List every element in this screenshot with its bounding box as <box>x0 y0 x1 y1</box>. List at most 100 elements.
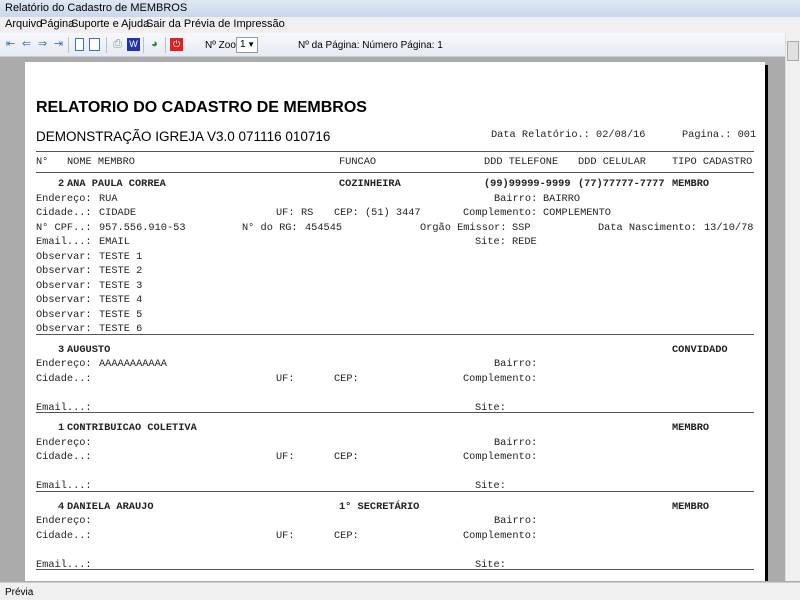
first-page-icon[interactable]: ⇤ <box>4 38 17 51</box>
print-icon[interactable]: ⎙ <box>111 38 124 51</box>
label-cidade: Cidade..: <box>36 207 92 219</box>
value-observar: TESTE 3 <box>99 279 143 292</box>
value-cep: (51) 3447 <box>365 207 421 219</box>
label-bairro: Bairro: <box>494 192 538 205</box>
label-endereco: Endereço: <box>36 192 92 205</box>
label-cpf: N° CPF..: <box>36 221 92 234</box>
member-name: CONTRIBUICAO COLETIVA <box>67 422 197 434</box>
member-tipo: MEMBRO <box>672 178 710 190</box>
value-endereco: AAAAAAAAAAA <box>99 358 167 370</box>
label-email: Email...: <box>36 236 92 248</box>
vertical-scrollbar[interactable] <box>785 33 800 581</box>
window-title: Relatório do Cadastro de MEMBROS <box>0 0 800 17</box>
report-date: Data Relatório.: 02/08/16 <box>491 129 646 141</box>
label-orgao: Orgão Emissor: <box>420 221 507 234</box>
member-tipo: CONVIDADO <box>672 343 728 356</box>
preview-area: RELATORIO DO CADASTRO DE MEMBROS DEMONST… <box>0 58 785 581</box>
column-header: DDD CELULAR <box>578 156 646 168</box>
value-email: EMAIL <box>99 236 130 248</box>
report-title: RELATORIO DO CADASTRO DE MEMBROS <box>36 99 367 116</box>
menu-arquivo[interactable]: Arquivo <box>5 18 42 30</box>
record-number: 2 <box>58 178 65 190</box>
prev-page-icon[interactable]: ⇐ <box>20 38 33 51</box>
value-site: REDE <box>512 236 537 248</box>
label-endereco: Endereço: <box>36 515 92 527</box>
report-page: RELATORIO DO CADASTRO DE MEMBROS DEMONST… <box>25 62 765 581</box>
member-funcao: 1° SECRETÁRIO <box>339 500 420 513</box>
menu-suporte[interactable]: Suporte e Ajuda <box>71 18 149 30</box>
member-name: DANIELA ARAUJO <box>67 500 154 513</box>
scroll-thumb[interactable] <box>787 41 799 61</box>
label-observar: Observar: <box>36 308 92 321</box>
label-bairro: Bairro: <box>494 436 538 449</box>
value-cpf: 957.556.910-53 <box>99 221 186 234</box>
last-page-icon[interactable]: ⇥ <box>52 38 65 51</box>
next-page-icon[interactable]: ⇒ <box>36 38 49 51</box>
column-header: FUNCAO <box>339 156 377 168</box>
value-nascimento: 13/10/78 <box>704 221 754 234</box>
label-cep: CEP: <box>334 207 359 219</box>
label-site: Site: <box>475 236 506 248</box>
value-endereco: RUA <box>99 192 118 205</box>
label-uf: UF: <box>276 372 295 385</box>
record-divider <box>36 333 754 335</box>
menu-pagina[interactable]: Página <box>40 18 74 30</box>
label-nascimento: Data Nascimento: <box>598 221 697 234</box>
label-uf: UF: <box>276 529 295 542</box>
close-preview-icon[interactable]: ⏻ <box>170 38 183 51</box>
label-complemento: Complemento: <box>463 529 538 542</box>
divider <box>106 37 107 53</box>
menu-bar: Arquivo Página Suporte e Ajuda Sair da P… <box>0 17 800 33</box>
column-header: NOME MEMBRO <box>67 156 135 168</box>
member-tipo: MEMBRO <box>672 422 710 434</box>
toolbar: ⇤ ⇐ ⇒ ⇥ ⎙ W ◕ ⏻ Nº Zoom 1 ▼ Nº da Página:… <box>0 33 800 57</box>
divider <box>36 172 754 173</box>
value-observar: TESTE 4 <box>99 294 143 306</box>
member-tipo: MEMBRO <box>672 500 710 513</box>
label-complemento: Complemento: <box>463 451 538 463</box>
divider <box>165 37 166 53</box>
member-name: ANA PAULA CORREA <box>67 178 166 190</box>
column-header: TIPO CADASTRO <box>672 156 753 168</box>
label-bairro: Bairro: <box>494 358 538 370</box>
value-cidade: CIDADE <box>99 207 137 219</box>
status-bar: Prévia <box>0 582 800 600</box>
value-rg: 454545 <box>305 221 343 234</box>
single-page-icon[interactable] <box>75 38 84 51</box>
label-complemento: Complemento: <box>463 207 538 219</box>
member-funcao: COZINHEIRA <box>339 178 401 190</box>
value-complemento: COMPLEMENTO <box>543 207 611 219</box>
menu-sair-previa[interactable]: Sair da Prévia de Impressão <box>146 18 285 30</box>
web-export-icon[interactable]: ◕ <box>148 38 161 51</box>
label-cep: CEP: <box>334 451 359 463</box>
label-bairro: Bairro: <box>494 515 538 527</box>
label-cidade: Cidade..: <box>36 372 92 385</box>
label-cep: CEP: <box>334 529 359 542</box>
label-observar: Observar: <box>36 265 92 277</box>
value-orgao: SSP <box>512 221 531 234</box>
label-rg: N° do RG: <box>242 221 298 234</box>
word-export-icon[interactable]: W <box>127 38 140 51</box>
record-divider <box>36 569 754 570</box>
divider <box>36 151 754 152</box>
zoom-value: 1 <box>240 39 246 50</box>
label-cep: CEP: <box>334 372 359 385</box>
record-divider <box>36 412 754 413</box>
divider <box>68 37 69 53</box>
column-header: DDD TELEFONE <box>484 156 559 168</box>
label-observar: Observar: <box>36 250 92 263</box>
column-header: N° <box>36 156 49 168</box>
member-name: AUGUSTO <box>67 343 111 356</box>
zoom-select[interactable]: 1 ▼ <box>236 37 258 53</box>
label-uf: UF: <box>276 451 295 463</box>
record-number: 1 <box>58 422 65 434</box>
label-uf: UF: <box>276 207 295 219</box>
page-number-label: Nº da Página: Número Página: 1 <box>298 40 443 51</box>
value-observar: TESTE 2 <box>99 265 143 277</box>
value-observar: TESTE 1 <box>99 250 143 263</box>
two-pages-icon[interactable] <box>89 38 100 51</box>
report-page-number: Pagina.: 001 <box>682 129 757 141</box>
label-cidade: Cidade..: <box>36 451 92 463</box>
record-divider <box>36 490 754 492</box>
label-complemento: Complemento: <box>463 372 538 385</box>
